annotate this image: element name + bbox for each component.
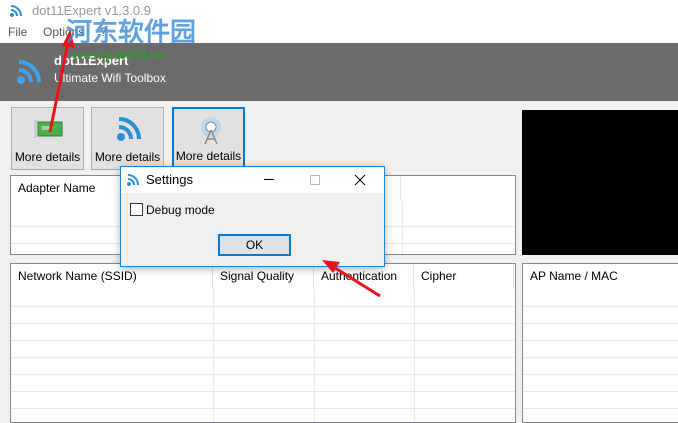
watermark-text: 河东软件园: [66, 17, 197, 47]
watermark-url: www.pc0359.cn: [72, 48, 165, 63]
